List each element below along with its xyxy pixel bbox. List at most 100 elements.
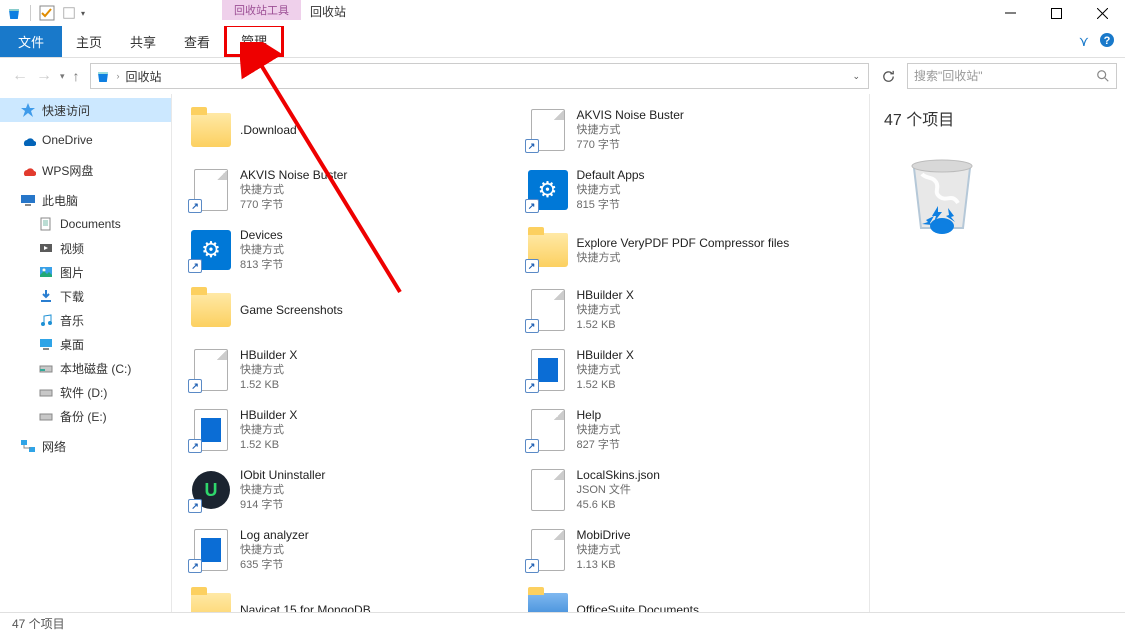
address-dropdown-icon[interactable]: ⌄ [848,71,864,82]
recycle-bin-icon[interactable] [4,3,24,23]
sidebar-item-documents[interactable]: Documents [0,212,171,236]
file-list[interactable]: .DownloadAKVIS Noise Buster快捷方式770 字节⚙De… [172,94,869,612]
file-type: 快捷方式 [240,543,309,558]
sidebar-item-label: WPS网盘 [42,162,93,179]
up-button[interactable]: ↑ [73,68,80,84]
file-type: 快捷方式 [240,363,297,378]
file-item[interactable]: Help快捷方式827 字节 [521,400,858,460]
properties-checkbox-icon[interactable] [37,3,57,23]
forward-button[interactable]: → [36,67,52,85]
file-name: HBuilder X [240,347,297,363]
sidebar-item-quick-access[interactable]: 快速访问 [0,98,171,122]
drive-icon [38,360,54,376]
file-item[interactable]: HBuilder X快捷方式1.52 KB [184,340,521,400]
ribbon-right: ⋎ ? [1069,26,1125,57]
file-name: LocalSkins.json [577,467,660,483]
window-title: 回收站 [310,3,346,20]
navigation-bar: ← → ▾ ↑ › 回收站 ⌄ [0,58,1125,94]
sidebar-item-network[interactable]: 网络 [0,434,171,458]
file-size: 827 字节 [577,438,621,453]
file-size: 45.6 KB [577,498,660,513]
sidebar-item-drive-c[interactable]: 本地磁盘 (C:) [0,356,171,380]
search-input[interactable] [914,69,1096,83]
file-item[interactable]: AKVIS Noise Buster快捷方式770 字节 [521,100,858,160]
video-icon [38,240,54,256]
file-type: 快捷方式 [240,423,297,438]
network-icon [20,438,36,454]
file-type: 快捷方式 [240,183,347,198]
file-item[interactable]: OfficeSuite Documents [521,580,858,612]
music-icon [38,312,54,328]
file-size: 1.52 KB [240,378,297,393]
file-item[interactable]: Navicat 15 for MongoDB [184,580,521,612]
breadcrumb-location[interactable]: 回收站 [126,68,162,85]
sidebar-item-drive-e[interactable]: 备份 (E:) [0,404,171,428]
qat-dropdown-icon[interactable] [81,4,89,22]
sidebar-item-this-pc[interactable]: 此电脑 [0,188,171,212]
window-controls [987,0,1125,26]
sidebar-item-label: Documents [60,217,121,231]
tab-share[interactable]: 共享 [116,26,170,57]
close-button[interactable] [1079,0,1125,26]
file-item[interactable]: Explore VeryPDF PDF Compressor files快捷方式 [521,220,858,280]
minimize-button[interactable] [987,0,1033,26]
back-button[interactable]: ← [12,67,28,85]
sidebar-item-wps[interactable]: WPS网盘 [0,158,171,182]
file-item[interactable]: HBuilder X快捷方式1.52 KB [521,280,858,340]
file-item[interactable]: ⚙Default Apps快捷方式815 字节 [521,160,858,220]
tab-manage[interactable]: 管理 [224,24,284,57]
file-item[interactable]: MobiDrive快捷方式1.13 KB [521,520,858,580]
file-item[interactable]: Log analyzer快捷方式635 字节 [184,520,521,580]
separator [30,5,31,21]
help-icon[interactable]: ? [1099,32,1115,51]
file-item[interactable]: UIObit Uninstaller快捷方式914 字节 [184,460,521,520]
sidebar-item-music[interactable]: 音乐 [0,308,171,332]
sidebar-item-label: 快速访问 [42,102,90,119]
file-name: Game Screenshots [240,302,343,318]
search-box[interactable] [907,63,1117,89]
file-item[interactable]: ⚙Devices快捷方式813 字节 [184,220,521,280]
file-item[interactable]: LocalSkins.jsonJSON 文件45.6 KB [521,460,858,520]
sidebar-item-downloads[interactable]: 下载 [0,284,171,308]
quick-access-toolbar [0,3,93,23]
content-area: 快速访问 OneDrive WPS网盘 此电脑 Documents [0,94,1125,612]
file-name: .Download [240,122,297,138]
address-bar[interactable]: › 回收站 ⌄ [90,63,869,89]
sidebar-item-onedrive[interactable]: OneDrive [0,128,171,152]
file-name: Log analyzer [240,527,309,543]
sidebar-item-label: 软件 (D:) [60,384,107,401]
sidebar-item-desktop[interactable]: 桌面 [0,332,171,356]
file-name: HBuilder X [577,347,634,363]
ribbon-tabs: 文件 主页 共享 查看 管理 ⋎ ? [0,26,1125,58]
history-dropdown[interactable]: ▾ [60,71,65,82]
sidebar-item-label: 音乐 [60,312,84,329]
breadcrumb-separator[interactable]: › [115,71,122,81]
file-name: AKVIS Noise Buster [577,107,684,123]
sidebar-item-label: 备份 (E:) [60,408,107,425]
file-item[interactable]: .Download [184,100,521,160]
file-item[interactable]: HBuilder X快捷方式1.52 KB [521,340,858,400]
sidebar-item-pictures[interactable]: 图片 [0,260,171,284]
maximize-button[interactable] [1033,0,1079,26]
ribbon-collapse-icon[interactable]: ⋎ [1079,33,1089,50]
refresh-button[interactable] [875,63,901,89]
file-size: 770 字节 [577,138,684,153]
status-item-count: 47 个项目 [12,615,65,632]
file-item[interactable]: HBuilder X快捷方式1.52 KB [184,400,521,460]
file-size: 1.52 KB [577,378,634,393]
navigation-pane[interactable]: 快速访问 OneDrive WPS网盘 此电脑 Documents [0,94,172,612]
sidebar-item-drive-d[interactable]: 软件 (D:) [0,380,171,404]
file-name: Explore VeryPDF PDF Compressor files [577,235,790,251]
file-size: 815 字节 [577,198,645,213]
search-icon [1096,69,1110,83]
download-icon [38,288,54,304]
file-item[interactable]: AKVIS Noise Buster快捷方式770 字节 [184,160,521,220]
sidebar-item-videos[interactable]: 视频 [0,236,171,260]
tab-home[interactable]: 主页 [62,26,116,57]
tab-view[interactable]: 查看 [170,26,224,57]
drive-icon [38,408,54,424]
pc-icon [20,192,36,208]
file-item[interactable]: Game Screenshots [184,280,521,340]
unknown-qat-icon[interactable] [59,3,79,23]
tab-file[interactable]: 文件 [0,26,62,57]
